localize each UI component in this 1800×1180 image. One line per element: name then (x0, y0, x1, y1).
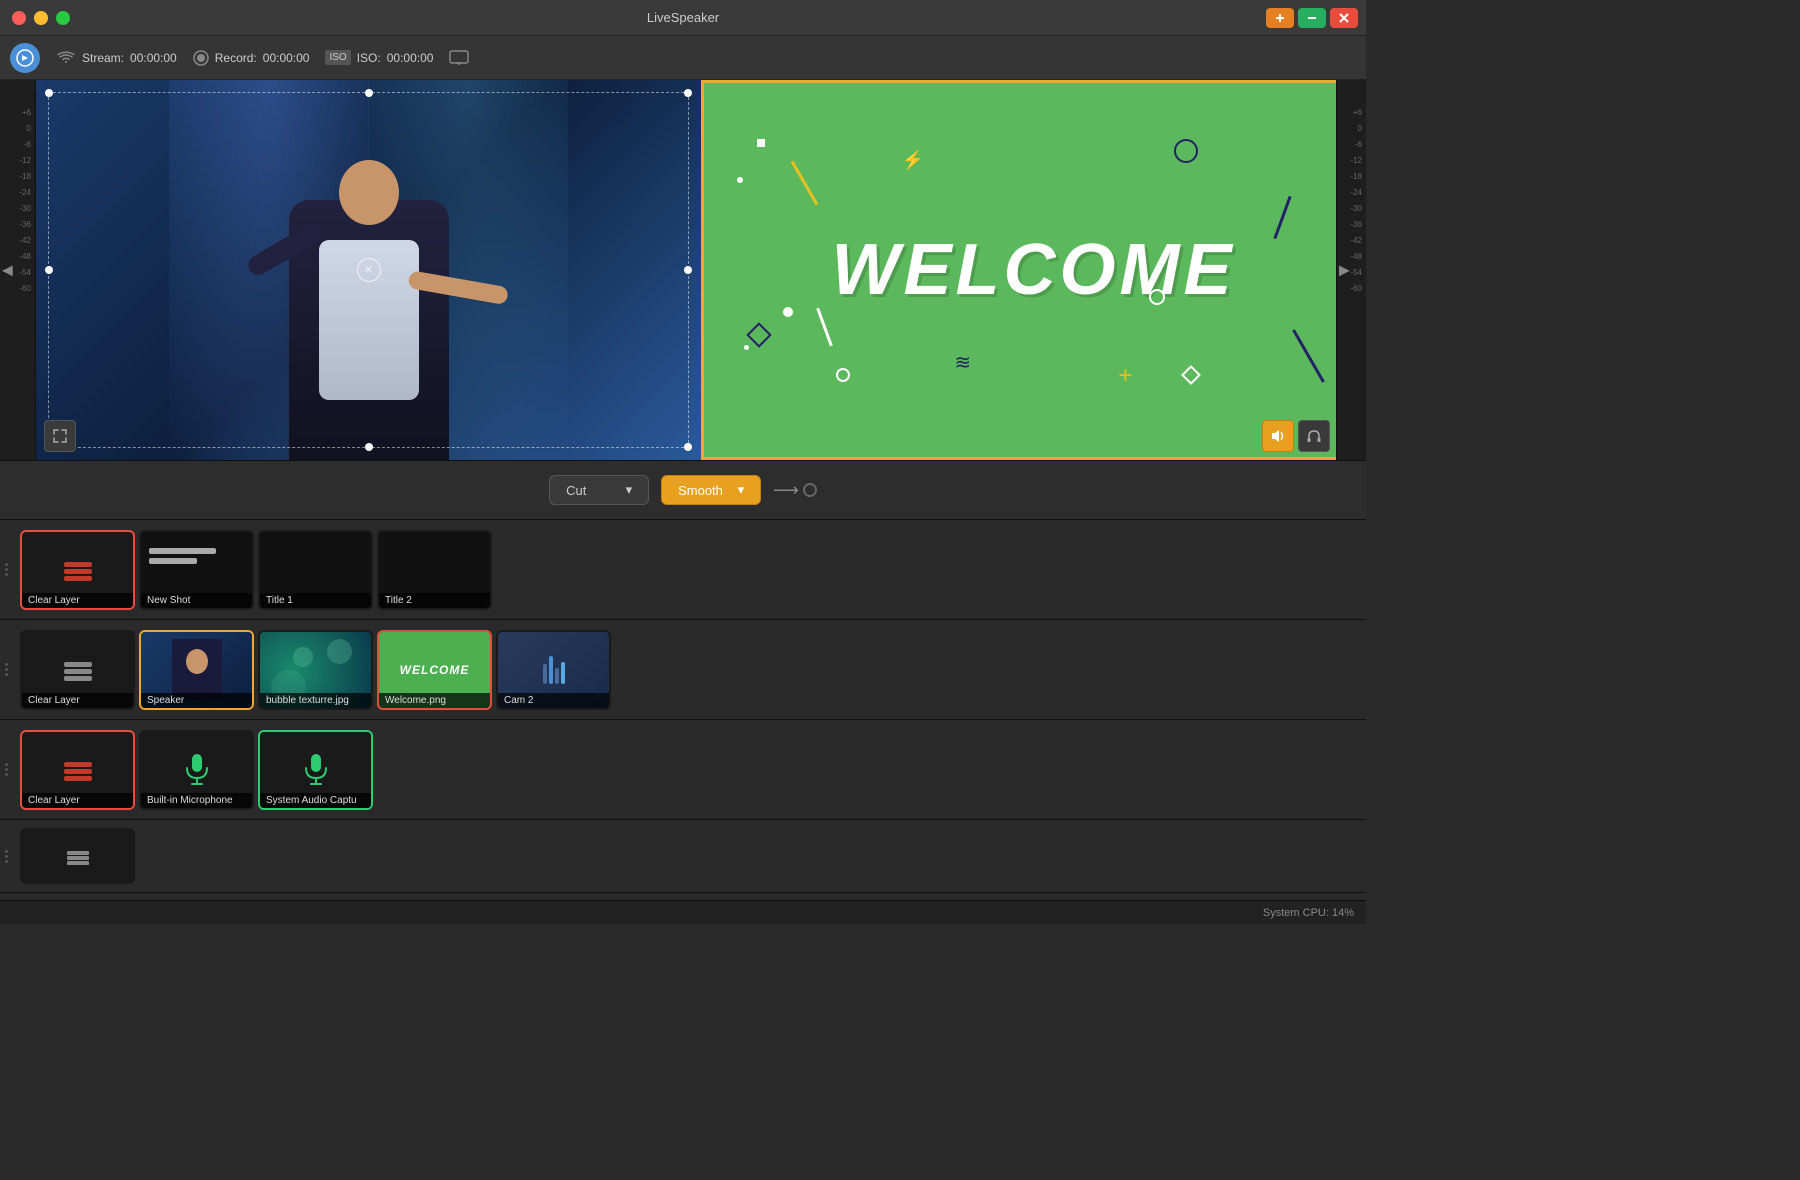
screen-indicator[interactable] (449, 50, 469, 66)
speaker-audio-button[interactable] (1262, 420, 1294, 452)
vu-meter-left: ◀ +6 0 -6 -12 -18 -24 -30 -36 -42 -48 -5… (0, 80, 36, 460)
layer-row-3: Clear Layer Built-in Microphone (0, 720, 1366, 820)
mic-system-label: System Audio Captu (260, 793, 371, 808)
bubble-label: bubble texturre.jpg (260, 693, 371, 708)
cut-select[interactable]: Cut ▾ (549, 475, 649, 505)
preview-panel-left: ✕ (36, 80, 701, 460)
record-label: Record: (215, 51, 257, 65)
transition-arrow[interactable]: ⟶ (773, 480, 817, 501)
source-mic-system[interactable]: System Audio Captu (258, 730, 373, 810)
mic-builtin-label: Built-in Microphone (141, 793, 252, 808)
win-btn-green[interactable] (1298, 8, 1326, 28)
layer-row-2: Clear Layer Speaker (0, 620, 1366, 720)
source-bubble-1[interactable]: bubble texturre.jpg (258, 630, 373, 710)
new-shot-1-label: New Shot (141, 593, 252, 608)
app-logo (10, 43, 40, 73)
source-cam2-1[interactable]: Cam 2 (496, 630, 611, 710)
close-button[interactable] (12, 11, 26, 25)
transition-controls: Cut ▾ Smooth ▾ ⟶ (0, 460, 1366, 520)
layer-handle-1[interactable] (0, 520, 12, 619)
source-title-2[interactable]: Title 2 (377, 530, 492, 610)
maximize-button[interactable] (56, 11, 70, 25)
source-clear-layer-3[interactable]: Clear Layer (20, 730, 135, 810)
iso-label: ISO: (357, 51, 381, 65)
minimize-button[interactable] (34, 11, 48, 25)
stream-label: Stream: (82, 51, 124, 65)
headphone-audio-button[interactable] (1298, 420, 1330, 452)
title-1-label: Title 1 (260, 593, 371, 608)
window-controls-right[interactable] (1266, 8, 1358, 28)
source-clear-layer-1[interactable]: Clear Layer (20, 530, 135, 610)
stream-time: 00:00:00 (130, 51, 177, 65)
mic-icon (182, 752, 212, 788)
layers-area: Clear Layer New Shot Title 1 (0, 520, 1366, 900)
wifi-icon (56, 50, 76, 66)
stream-indicator[interactable]: Stream: 00:00:00 (56, 50, 177, 66)
layer-handle-4[interactable] (0, 820, 12, 892)
welcome-display: ⚡ ≋ + WELCOME (701, 80, 1366, 460)
iso-time: 00:00:00 (387, 51, 434, 65)
source-clear-layer-2[interactable]: Clear Layer (20, 630, 135, 710)
cpu-value: 14% (1332, 907, 1354, 919)
layer-row-4 (0, 820, 1366, 893)
smooth-label: Smooth (678, 483, 723, 498)
record-icon (193, 50, 209, 66)
statusbar: System CPU: 14% (0, 900, 1366, 924)
source-speaker-2[interactable]: Speaker (139, 630, 254, 710)
expand-button[interactable] (44, 420, 76, 452)
win-btn-red[interactable] (1330, 8, 1358, 28)
speaker-preview (36, 80, 701, 460)
layer-items-4 (12, 820, 1366, 892)
clear-layer-2-label: Clear Layer (22, 693, 133, 708)
titlebar: LiveSpeaker (0, 0, 1366, 36)
speaker-2-label: Speaker (141, 693, 252, 708)
clear-layer-1-label: Clear Layer (22, 593, 133, 608)
system-mic-icon (301, 752, 331, 788)
source-new-shot-1[interactable]: New Shot (139, 530, 254, 610)
welcome-label: Welcome.png (379, 693, 490, 708)
source-title-1[interactable]: Title 1 (258, 530, 373, 610)
source-welcome-1[interactable]: WELCOME Welcome.png (377, 630, 492, 710)
layer-items-3: Clear Layer Built-in Microphone (12, 720, 1366, 819)
screen-icon (449, 50, 469, 66)
iso-indicator[interactable]: ISO ISO: 00:00:00 (325, 50, 433, 65)
app-title: LiveSpeaker (647, 10, 719, 25)
win-btn-orange[interactable] (1266, 8, 1294, 28)
smooth-select[interactable]: Smooth ▾ (661, 475, 761, 505)
cam2-label: Cam 2 (498, 693, 609, 708)
layer-handle-3[interactable] (0, 720, 12, 819)
layer-items-2: Clear Layer Speaker (12, 620, 1366, 719)
traffic-lights[interactable] (12, 11, 70, 25)
toolbar: Stream: 00:00:00 Record: 00:00:00 ISO IS… (0, 36, 1366, 80)
layer-row-1: Clear Layer New Shot Title 1 (0, 520, 1366, 620)
cut-label: Cut (566, 483, 586, 498)
preview-panel-right: ⚡ ≋ + WELCOME ▶ +6 0 -6 -12 -18 -24 -30 … (701, 80, 1366, 460)
record-time: 00:00:00 (263, 51, 310, 65)
vu-arrow-left[interactable]: ◀ (2, 262, 13, 279)
layer-items-1: Clear Layer New Shot Title 1 (12, 520, 1366, 619)
cpu-label: System CPU: (1263, 907, 1329, 919)
clear-layer-3-label: Clear Layer (22, 793, 133, 808)
record-indicator[interactable]: Record: 00:00:00 (193, 50, 310, 66)
layer-handle-2[interactable] (0, 620, 12, 719)
welcome-text: WELCOME (832, 229, 1236, 311)
source-clear-layer-4[interactable] (20, 828, 135, 884)
source-mic-builtin[interactable]: Built-in Microphone (139, 730, 254, 810)
title-2-label: Title 2 (379, 593, 490, 608)
